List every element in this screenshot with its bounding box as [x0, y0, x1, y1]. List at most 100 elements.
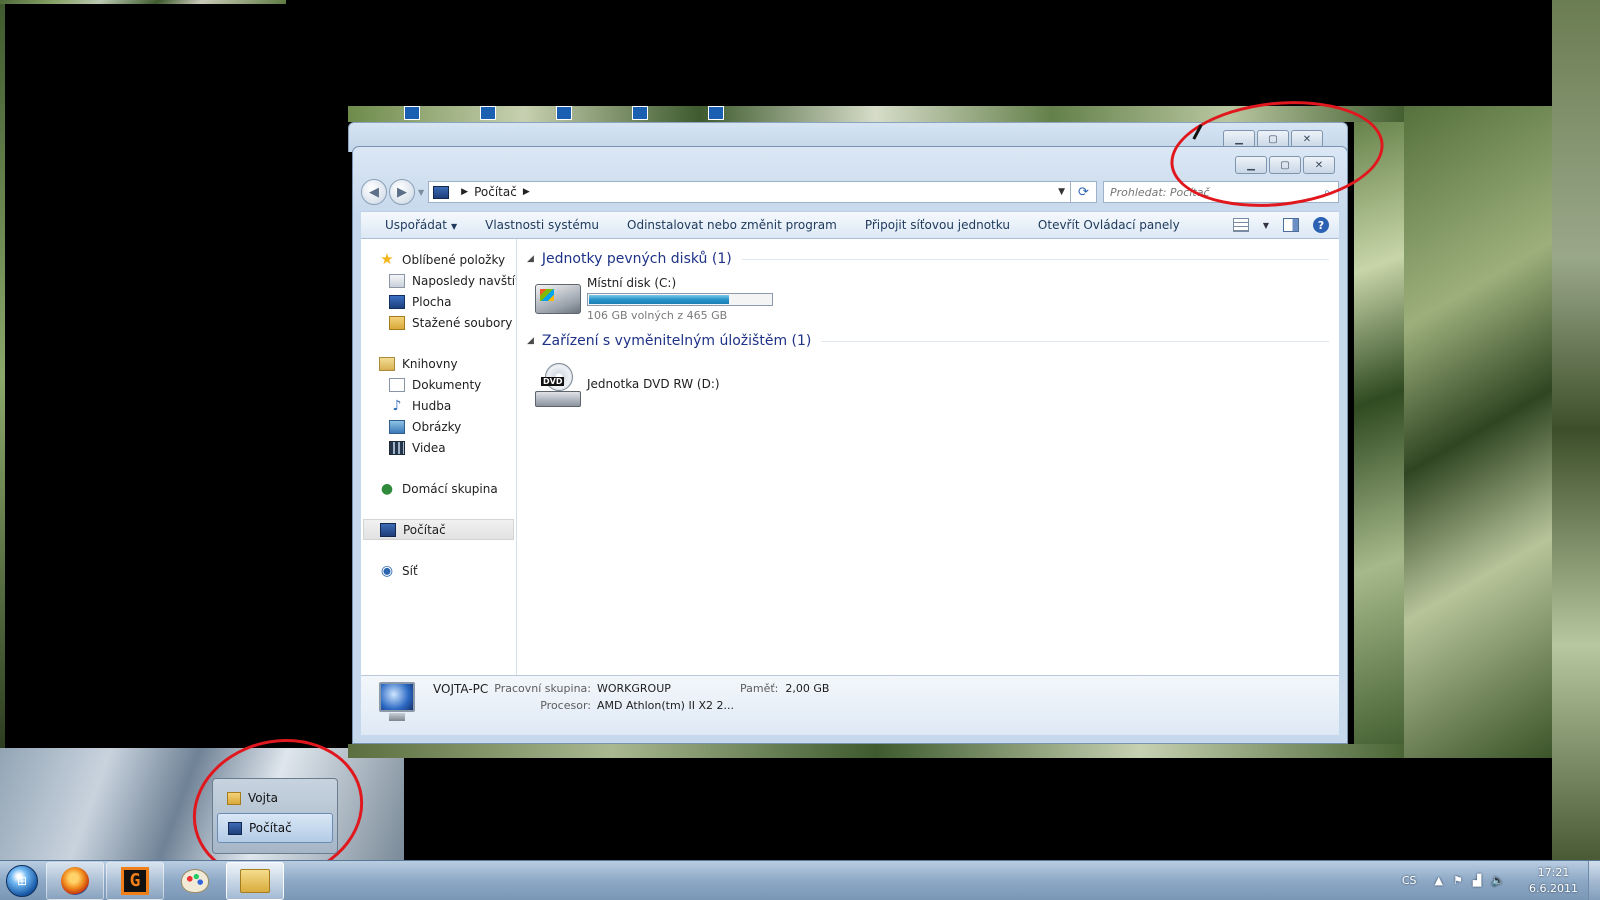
recent-places-icon: [389, 273, 405, 288]
group-header-hard-disks[interactable]: ◢ Jednotky pevných disků (1): [527, 249, 1329, 269]
language-indicator[interactable]: CS: [1402, 874, 1417, 887]
firefox-icon: [61, 866, 89, 895]
show-desktop-button[interactable]: [1588, 861, 1600, 900]
drive-item-c[interactable]: Místní disk (C:) 106 GB volných z 465 GB: [527, 273, 1329, 325]
open-control-panel-button[interactable]: Otevřít Ovládací panely: [1024, 218, 1194, 232]
jumplist-label: Vojta: [248, 791, 279, 805]
pictures-icon: [389, 419, 405, 434]
forward-button[interactable]: ▶: [389, 179, 415, 205]
jumplist-item-computer[interactable]: Počítač: [217, 813, 333, 843]
show-hidden-icons-icon[interactable]: ▲: [1435, 874, 1443, 887]
wallpaper-fragment: [1552, 0, 1600, 860]
divider: [741, 258, 1329, 260]
taskbar-paint-button[interactable]: [166, 862, 224, 900]
nav-label: Obrázky: [412, 419, 462, 434]
breadcrumb-computer[interactable]: Počítač: [474, 185, 517, 199]
help-icon[interactable]: ?: [1313, 217, 1329, 233]
nav-item-recent[interactable]: Naposledy navštívené: [361, 270, 516, 291]
drive-usage-bar: [587, 293, 773, 306]
clock[interactable]: 17:21 6.6.2011: [1529, 865, 1578, 897]
g-app-icon: G: [121, 866, 149, 895]
taskbar-jumplist: Vojta Počítač: [212, 778, 338, 854]
back-button[interactable]: ◀: [361, 179, 387, 205]
nav-label: Hudba: [412, 398, 452, 413]
star-icon: ★: [380, 250, 394, 268]
system-tray: CS ▲ ⚑ ▟ 🔈 17:21 6.6.2011: [1402, 861, 1600, 900]
view-options-icon[interactable]: [1232, 218, 1249, 232]
nav-item-documents[interactable]: Dokumenty: [361, 374, 516, 395]
drive-item-d[interactable]: DVD Jednotka DVD RW (D:): [527, 355, 1329, 415]
documents-icon: [389, 377, 405, 392]
address-bar[interactable]: ▶ Počítač ▶ ▼: [428, 181, 1071, 203]
nav-item-network[interactable]: ◉ Síť: [361, 560, 516, 581]
nav-item-music[interactable]: ♪ Hudba: [361, 395, 516, 416]
desktop-shortcut-icon[interactable]: [480, 106, 496, 120]
desktop-shortcut-icon[interactable]: [632, 106, 648, 120]
drive-name: Jednotka DVD RW (D:): [587, 376, 720, 391]
refresh-button[interactable]: ⟳: [1071, 181, 1097, 203]
nav-item-computer[interactable]: Počítač: [363, 519, 514, 540]
jumplist-item-vojta[interactable]: Vojta: [217, 783, 333, 813]
command-bar: Uspořádat ▼ Vlastnosti systému Odinstalov…: [361, 211, 1339, 239]
start-button[interactable]: ⊞: [0, 861, 44, 900]
taskbar-g-app-button[interactable]: G: [106, 861, 164, 900]
explorer-folder-icon: [240, 868, 270, 893]
group-header-removable[interactable]: ◢ Zařízení s vyměnitelným úložištěm (1): [527, 331, 1329, 351]
collapse-triangle-icon[interactable]: ◢: [527, 254, 534, 264]
preview-pane-icon[interactable]: [1283, 218, 1299, 232]
hard-disk-icon: [535, 284, 581, 314]
libraries-icon: [379, 356, 395, 371]
nav-item-videos[interactable]: Videa: [361, 437, 516, 458]
group-title: Jednotky pevných disků (1): [541, 251, 732, 267]
nav-label: Počítač: [403, 522, 446, 537]
group-title: Zařízení s vyměnitelným úložištěm (1): [541, 333, 812, 349]
details-pane: VOJTA-PC Pracovní skupina: WORKGROUP Pam…: [361, 675, 1339, 735]
nav-label: Domácí skupina: [402, 481, 498, 496]
breadcrumb-chevron-icon[interactable]: ▶: [461, 187, 468, 197]
uninstall-program-button[interactable]: Odinstalovat nebo změnit program: [613, 218, 851, 232]
nav-label: Plocha: [412, 294, 452, 309]
navigation-pane: ★ Oblíbené položky Naposledy navštívené P…: [361, 239, 517, 675]
volume-icon[interactable]: 🔈: [1491, 874, 1505, 887]
nav-label: Videa: [412, 440, 446, 455]
drive-name: Místní disk (C:): [587, 276, 677, 290]
drive-usage-fill: [589, 295, 730, 304]
organize-label: Uspořádat: [385, 218, 447, 232]
system-properties-button[interactable]: Vlastnosti systému: [471, 218, 613, 232]
desktop-shortcut-icon[interactable]: [404, 106, 420, 120]
map-network-drive-button[interactable]: Připojit síťovou jednotku: [851, 218, 1024, 232]
recent-pages-dropdown[interactable]: ▼: [418, 188, 424, 197]
taskbar-explorer-button[interactable]: [226, 861, 284, 900]
nav-item-pictures[interactable]: Obrázky: [361, 416, 516, 437]
cpu-label: Procesor:: [540, 699, 591, 712]
workgroup-value: WORKGROUP: [597, 682, 671, 695]
workgroup-label: Pracovní skupina:: [494, 682, 591, 695]
taskbar-firefox-button[interactable]: [46, 861, 104, 900]
details-grid: Pracovní skupina: WORKGROUP Paměť: 2,00 …: [494, 682, 829, 712]
downloads-folder-icon: [389, 315, 405, 330]
nav-item-homegroup[interactable]: ● Domácí skupina: [361, 478, 516, 499]
network-signal-icon[interactable]: ▟: [1473, 874, 1481, 887]
nav-label: Naposledy navštívené: [412, 273, 516, 288]
address-dropdown-icon[interactable]: ▼: [1053, 187, 1070, 197]
wallpaper-fragment: [1354, 106, 1404, 758]
organize-button[interactable]: Uspořádat ▼: [371, 218, 471, 232]
computer-large-icon: [377, 682, 417, 722]
desktop-shortcut-icon[interactable]: [708, 106, 724, 120]
nav-item-desktop[interactable]: Plocha: [361, 291, 516, 312]
computer-icon: [433, 185, 450, 199]
wallpaper-fragment: [348, 744, 1404, 758]
wallpaper-fragment: [0, 0, 286, 4]
computer-name: VOJTA-PC: [433, 682, 489, 696]
homegroup-icon: ●: [380, 480, 394, 497]
nav-item-favorites[interactable]: ★ Oblíbené položky: [361, 249, 516, 270]
clock-time: 17:21: [1537, 865, 1570, 879]
chevron-down-icon[interactable]: ▼: [1263, 221, 1269, 230]
nav-item-downloads[interactable]: Stažené soubory: [361, 312, 516, 333]
breadcrumb-chevron-icon[interactable]: ▶: [523, 187, 530, 197]
clock-date: 6.6.2011: [1529, 881, 1578, 895]
desktop-shortcut-icon[interactable]: [556, 106, 572, 120]
collapse-triangle-icon[interactable]: ◢: [527, 336, 534, 346]
nav-item-libraries[interactable]: Knihovny: [361, 353, 516, 374]
action-center-flag-icon[interactable]: ⚑: [1453, 874, 1463, 887]
